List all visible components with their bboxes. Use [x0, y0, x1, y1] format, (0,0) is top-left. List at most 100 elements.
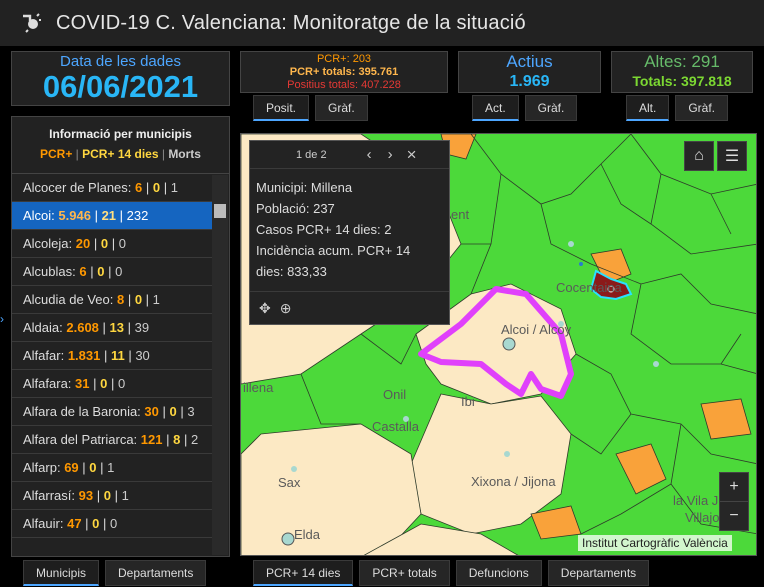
list-item[interactable]: Alcoleja: 20 | 0 | 0	[12, 230, 212, 258]
close-icon[interactable]: ×	[407, 145, 417, 165]
municipi-name: Alfafar:	[23, 348, 65, 363]
value-pcr: 6	[79, 264, 87, 279]
altes-label: Altes: 291	[644, 52, 720, 71]
value-pcr: 20	[75, 236, 91, 251]
list-item[interactable]: Alcoi: 5.946 | 21 | 232	[12, 202, 212, 230]
list-item[interactable]: Alfarrasí: 93 | 0 | 1	[12, 482, 212, 510]
value-morts: 2	[190, 432, 199, 447]
separator: |	[124, 292, 135, 307]
map-label-millena: illena	[243, 380, 274, 395]
date-label: Data de les dades	[60, 53, 181, 70]
value-pcr-14: 0	[134, 292, 143, 307]
popup-prev-icon[interactable]: ‹	[367, 146, 372, 163]
municipis-panel: Informació per municipis PCR+ | PCR+ 14 …	[11, 116, 230, 557]
list-item[interactable]: Alfauir: 47 | 0 | 0	[12, 510, 212, 538]
tab-pcr-totals[interactable]: PCR+ totals	[359, 560, 450, 586]
municipi-name: Alfara de la Baronia:	[23, 404, 141, 419]
pcr-total: PCR+ totals: 395.761	[289, 66, 399, 78]
list-tabs: Municipis Departaments	[23, 560, 212, 586]
popup-header: 1 de 2 ‹ › ×	[250, 141, 449, 169]
municipi-name: Alcoi:	[23, 208, 55, 223]
value-pcr: 31	[75, 376, 90, 391]
value-morts: 1	[170, 180, 178, 195]
list-item[interactable]: Alcublas: 6 | 0 | 0	[12, 258, 212, 286]
separator: |	[124, 320, 135, 335]
zoom-in-button[interactable]: +	[719, 472, 749, 502]
tab-map-departaments[interactable]: Departaments	[547, 560, 650, 586]
map-label-sax: Sax	[278, 475, 301, 490]
expand-arrow-icon[interactable]: ›	[0, 312, 4, 326]
popup-poblacio: Població: 237	[256, 201, 335, 216]
tab-alt[interactable]: Alt.	[626, 95, 670, 121]
home-icon[interactable]: ⌂	[684, 141, 714, 171]
popup-municipi: Municipi: Millena	[256, 180, 353, 195]
tab-pcr-14[interactable]: PCR+ 14 dies	[253, 560, 354, 586]
value-pcr: 93	[78, 488, 94, 503]
map-label-alcoi: Alcoi / Alcoy	[501, 322, 572, 337]
value-pcr: 30	[144, 404, 159, 419]
separator: |	[98, 320, 110, 335]
list-item[interactable]: Alfafar: 1.831 | 11 | 30	[12, 342, 212, 370]
municipi-name: Alcudia de Veo:	[23, 292, 114, 307]
popup-next-icon[interactable]: ›	[388, 146, 393, 163]
tab-alt-graf[interactable]: Gràf.	[675, 95, 729, 121]
popup-incidencia: Incidència acum. PCR+ 14	[256, 243, 411, 258]
map-label-vilajoyosa: la Vila J	[673, 493, 718, 508]
value-pcr-14: 21	[101, 208, 117, 223]
tab-departaments[interactable]: Departaments	[105, 560, 207, 586]
list-item[interactable]: Alcudia de Veo: 8 | 0 | 1	[12, 286, 212, 314]
list-item[interactable]: Alfarp: 69 | 0 | 1	[12, 454, 212, 482]
separator: |	[176, 404, 188, 419]
page-title: COVID-19 C. Valenciana: Monitoratge de l…	[56, 11, 526, 34]
list-scroll-thumb[interactable]	[214, 204, 226, 218]
separator: |	[108, 236, 119, 251]
pcr-tabs: Posit. Gràf.	[253, 95, 374, 121]
municipi-name: Alfara del Patriarca:	[23, 432, 138, 447]
layer-list-icon[interactable]: ☰	[717, 141, 747, 171]
municipi-name: Alfarrasí:	[23, 488, 76, 503]
tab-act[interactable]: Act.	[472, 95, 519, 121]
popup-content: Municipi: Millena Població: 237 Casos PC…	[250, 169, 449, 290]
value-morts: 0	[110, 516, 118, 531]
separator: |	[100, 348, 111, 363]
pcr-panel: PCR+: 203 PCR+ totals: 395.761 Positius …	[240, 51, 448, 93]
move-icon[interactable]: ✥	[259, 300, 271, 317]
separator: |	[90, 236, 101, 251]
virus-logo-icon	[23, 13, 41, 33]
municipi-name: Alcoleja:	[23, 236, 73, 251]
value-pcr-14: 0	[169, 404, 177, 419]
list-item[interactable]: Aldaia: 2.608 | 13 | 39	[12, 314, 212, 342]
value-pcr-14: 11	[110, 348, 125, 363]
zoom-out-button[interactable]: −	[719, 501, 749, 531]
map-label-villajoyosa: Villajo	[685, 510, 719, 525]
separator: |	[160, 180, 171, 195]
separator: |	[107, 376, 118, 391]
tab-municipis[interactable]: Municipis	[23, 560, 100, 586]
municipis-list: Alcocer de Planes: 6 | 0 | 1 Alcoi: 5.946…	[12, 174, 212, 538]
altes-panel: Altes: 291 Totals: 397.818	[611, 51, 753, 93]
legend-pcr: PCR+	[40, 147, 73, 161]
list-item[interactable]: Alcocer de Planes: 6 | 0 | 1	[12, 174, 212, 202]
list-item[interactable]: Alfara de la Baronia: 30 | 0 | 3	[12, 398, 212, 426]
tab-defuncions[interactable]: Defuncions	[455, 560, 542, 586]
zoom-to-icon[interactable]: ⊕	[280, 300, 292, 317]
value-pcr: 2.608	[66, 320, 99, 335]
list-item[interactable]: Alfara del Patriarca: 121 | 8 | 2	[12, 426, 212, 454]
value-pcr-14: 13	[109, 320, 124, 335]
separator: |	[99, 516, 111, 531]
map-label-elda: Elda	[294, 527, 321, 542]
list-scrollbar[interactable]	[212, 175, 228, 555]
value-morts: 0	[118, 236, 126, 251]
list-item[interactable]: Alfafara: 31 | 0 | 0	[12, 370, 212, 398]
separator: |	[78, 460, 90, 475]
tab-posit[interactable]: Posit.	[253, 95, 310, 121]
tab-pcr-graf[interactable]: Gràf.	[315, 95, 368, 121]
map-label-cocentaina: Cocentaina	[556, 280, 623, 295]
actius-panel: Actius 1.969	[458, 51, 601, 93]
tab-act-graf[interactable]: Gràf.	[524, 95, 578, 121]
separator: |	[142, 180, 153, 195]
separator: |	[116, 208, 127, 223]
value-pcr: 47	[67, 516, 82, 531]
municipi-name: Alcocer de Planes:	[23, 180, 132, 195]
altes-tabs: Alt. Gràf.	[626, 95, 734, 121]
